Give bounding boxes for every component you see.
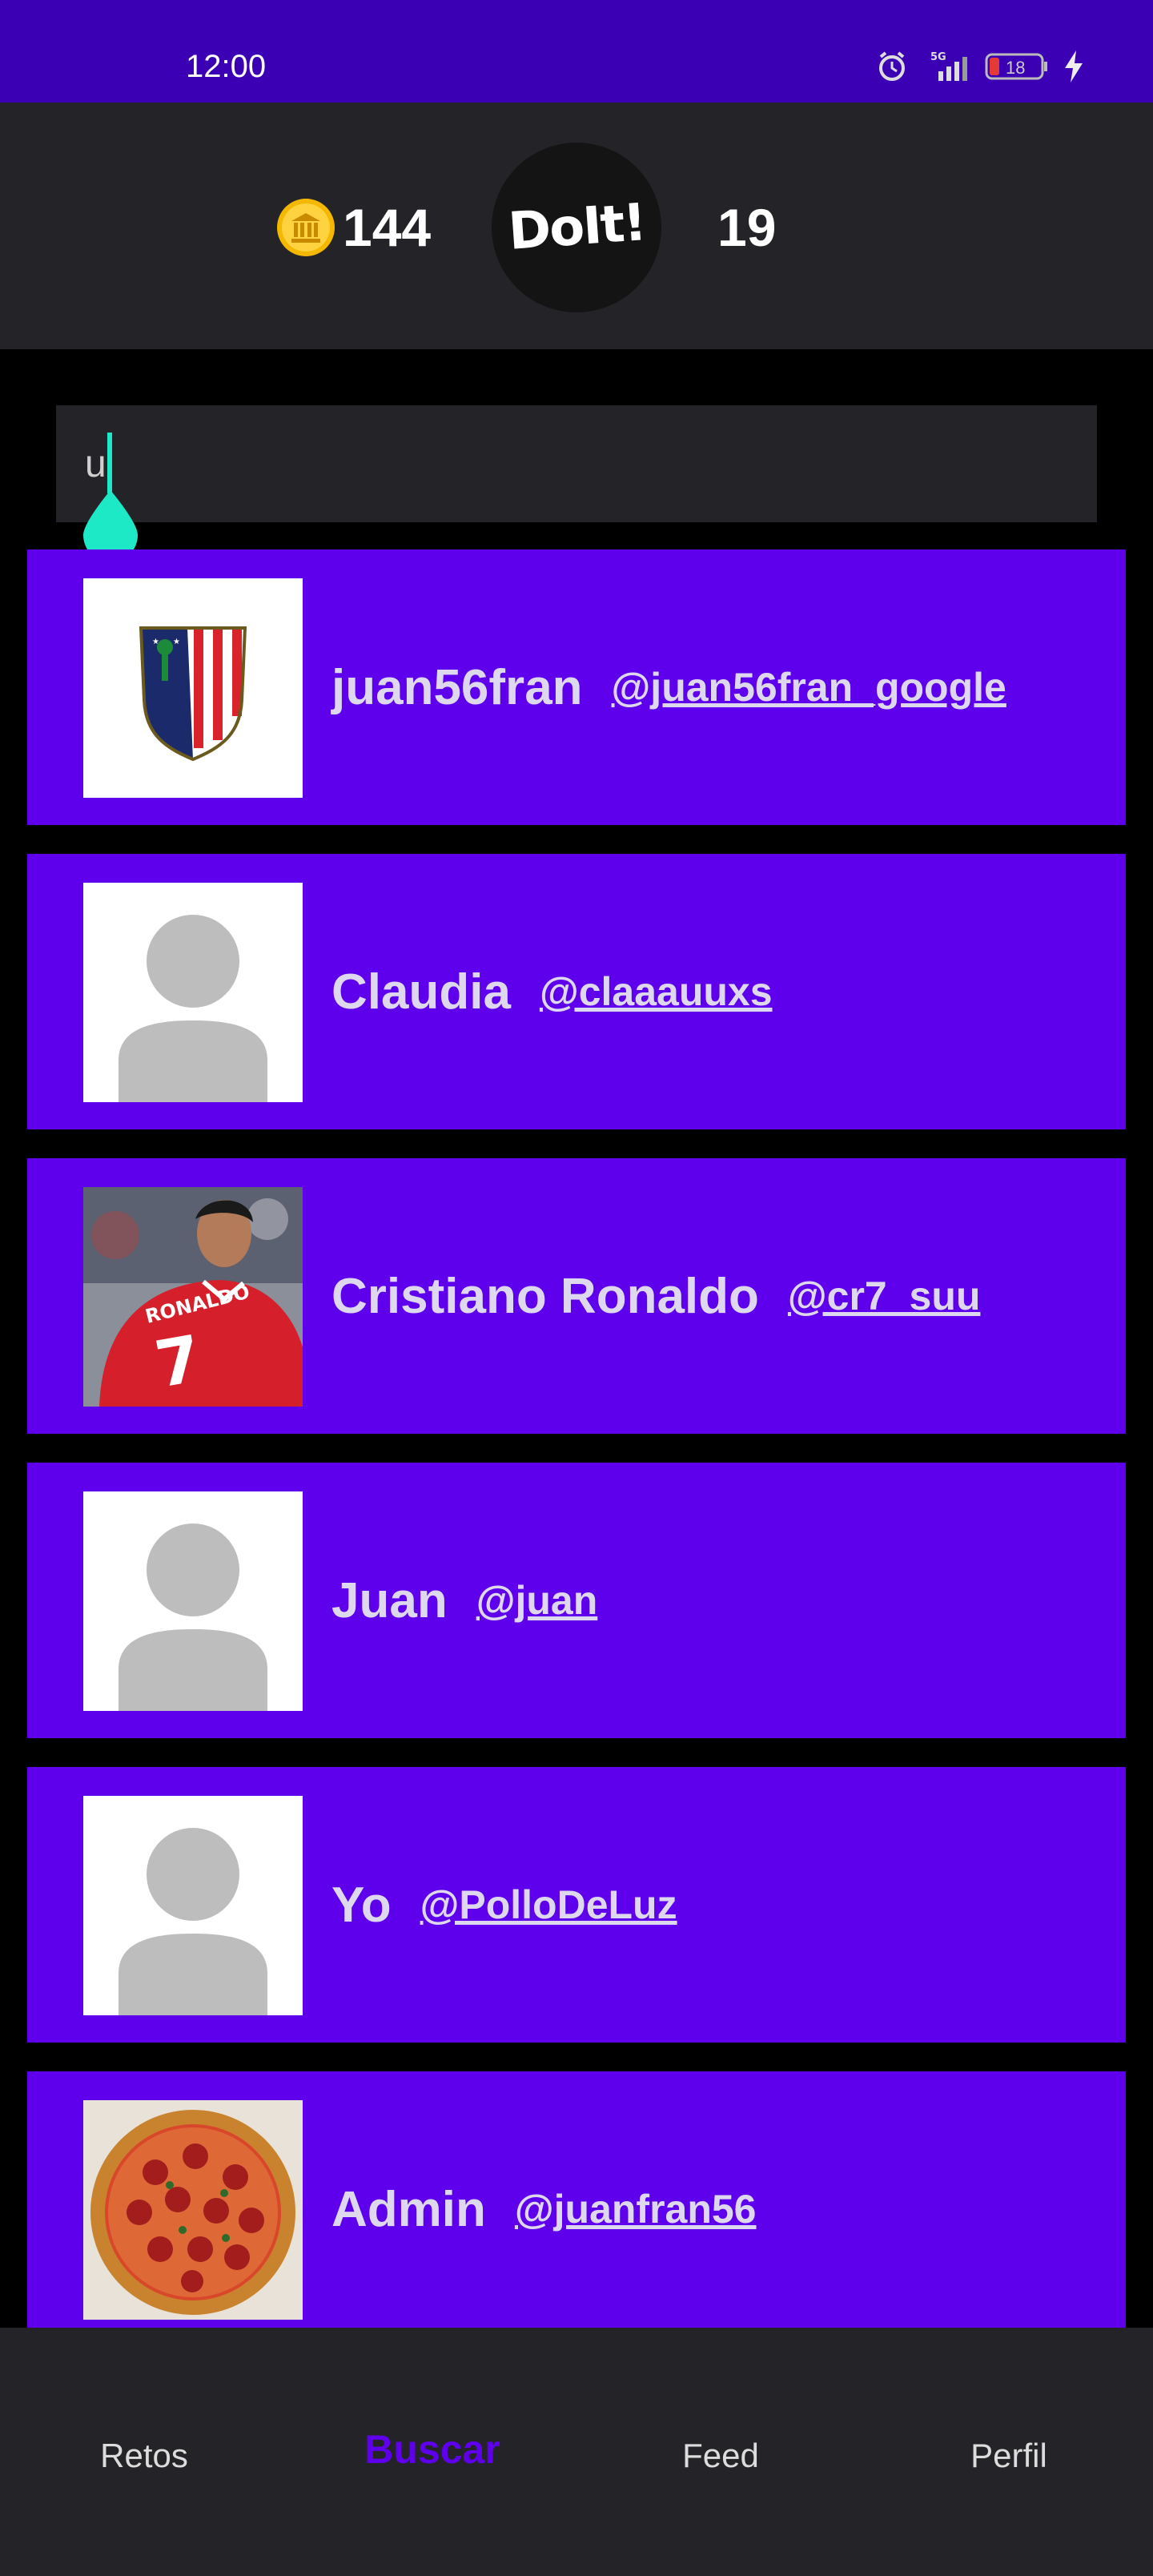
- app-header: 144 DoIt! 19: [0, 103, 1153, 349]
- user-card[interactable]: Yo @PolloDeLuz: [27, 1767, 1126, 2043]
- app-logo[interactable]: DoIt!: [492, 143, 661, 312]
- svg-text:★: ★: [173, 638, 180, 646]
- display-name: juan56fran: [331, 659, 583, 715]
- search-box[interactable]: [56, 405, 1097, 522]
- search-results-list: ★ ★ juan56fran @juan56fran_google Claudi…: [27, 549, 1126, 2376]
- user-card[interactable]: RONALDO 7 Cristiano Ronaldo @cr7_suu: [27, 1158, 1126, 1434]
- display-name: Admin: [331, 2181, 486, 2237]
- user-card[interactable]: Admin @juanfran56: [27, 2071, 1126, 2347]
- svg-text:★: ★: [152, 638, 159, 646]
- streak-count: 19: [717, 198, 777, 257]
- display-name: Yo: [331, 1877, 392, 1933]
- user-handle-link[interactable]: @claaauuxs: [540, 968, 773, 1015]
- bottom-nav: Retos Buscar Feed Perfil: [0, 2328, 1153, 2576]
- user-card[interactable]: Claudia @claaauuxs: [27, 854, 1126, 1129]
- search-input[interactable]: [85, 428, 1046, 500]
- user-info: Cristiano Ronaldo @cr7_suu: [331, 1158, 980, 1434]
- charging-bolt-icon: [1065, 50, 1083, 83]
- ronaldo-photo-avatar: RONALDO 7: [83, 1187, 303, 1407]
- alarm-icon: [879, 51, 905, 81]
- text-caret: [107, 433, 112, 493]
- user-info: Yo @PolloDeLuz: [331, 1767, 677, 2043]
- svg-text:5G: 5G: [930, 51, 946, 63]
- user-handle-link[interactable]: @juan: [476, 1577, 598, 1624]
- default-person-avatar: [83, 1491, 303, 1711]
- display-name: Juan: [331, 1572, 448, 1628]
- pizza-photo-avatar: [83, 2100, 303, 2320]
- display-name: Cristiano Ronaldo: [331, 1268, 759, 1324]
- user-info: juan56fran @juan56fran_google: [331, 549, 1006, 825]
- svg-text:18: 18: [1006, 58, 1025, 78]
- status-bar: 12:00 5G 18: [0, 0, 1153, 103]
- user-info: Juan @juan: [331, 1463, 597, 1738]
- user-handle-link[interactable]: @juan56fran_google: [612, 664, 1006, 710]
- user-handle-link[interactable]: @PolloDeLuz: [420, 1882, 677, 1928]
- signal-5g-icon: 5G: [930, 51, 967, 81]
- status-icons: 5G 18: [876, 46, 1084, 87]
- atletico-crest-avatar: ★ ★: [83, 578, 303, 798]
- user-handle-link[interactable]: @juanfran56: [515, 2186, 757, 2232]
- user-card[interactable]: Juan @juan: [27, 1463, 1126, 1738]
- nav-item-feed[interactable]: Feed: [601, 2424, 841, 2488]
- user-handle-link[interactable]: @cr7_suu: [788, 1273, 981, 1319]
- user-info: Claudia @claaauuxs: [331, 854, 773, 1129]
- coin-count: 144: [343, 198, 432, 257]
- battery-icon: 18: [985, 53, 1047, 80]
- nav-item-perfil[interactable]: Perfil: [889, 2424, 1129, 2488]
- default-person-avatar: [83, 883, 303, 1102]
- nav-item-retos[interactable]: Retos: [24, 2424, 264, 2488]
- nav-item-buscar[interactable]: Buscar: [312, 2417, 552, 2481]
- status-time: 12:00: [186, 49, 267, 84]
- coin-icon: [277, 199, 335, 256]
- logo-text: DoIt!: [506, 193, 647, 262]
- user-card[interactable]: ★ ★ juan56fran @juan56fran_google: [27, 549, 1126, 825]
- user-info: Admin @juanfran56: [331, 2071, 757, 2347]
- default-person-avatar: [83, 1796, 303, 2015]
- display-name: Claudia: [331, 964, 511, 1020]
- coin-balance: 144: [275, 195, 431, 260]
